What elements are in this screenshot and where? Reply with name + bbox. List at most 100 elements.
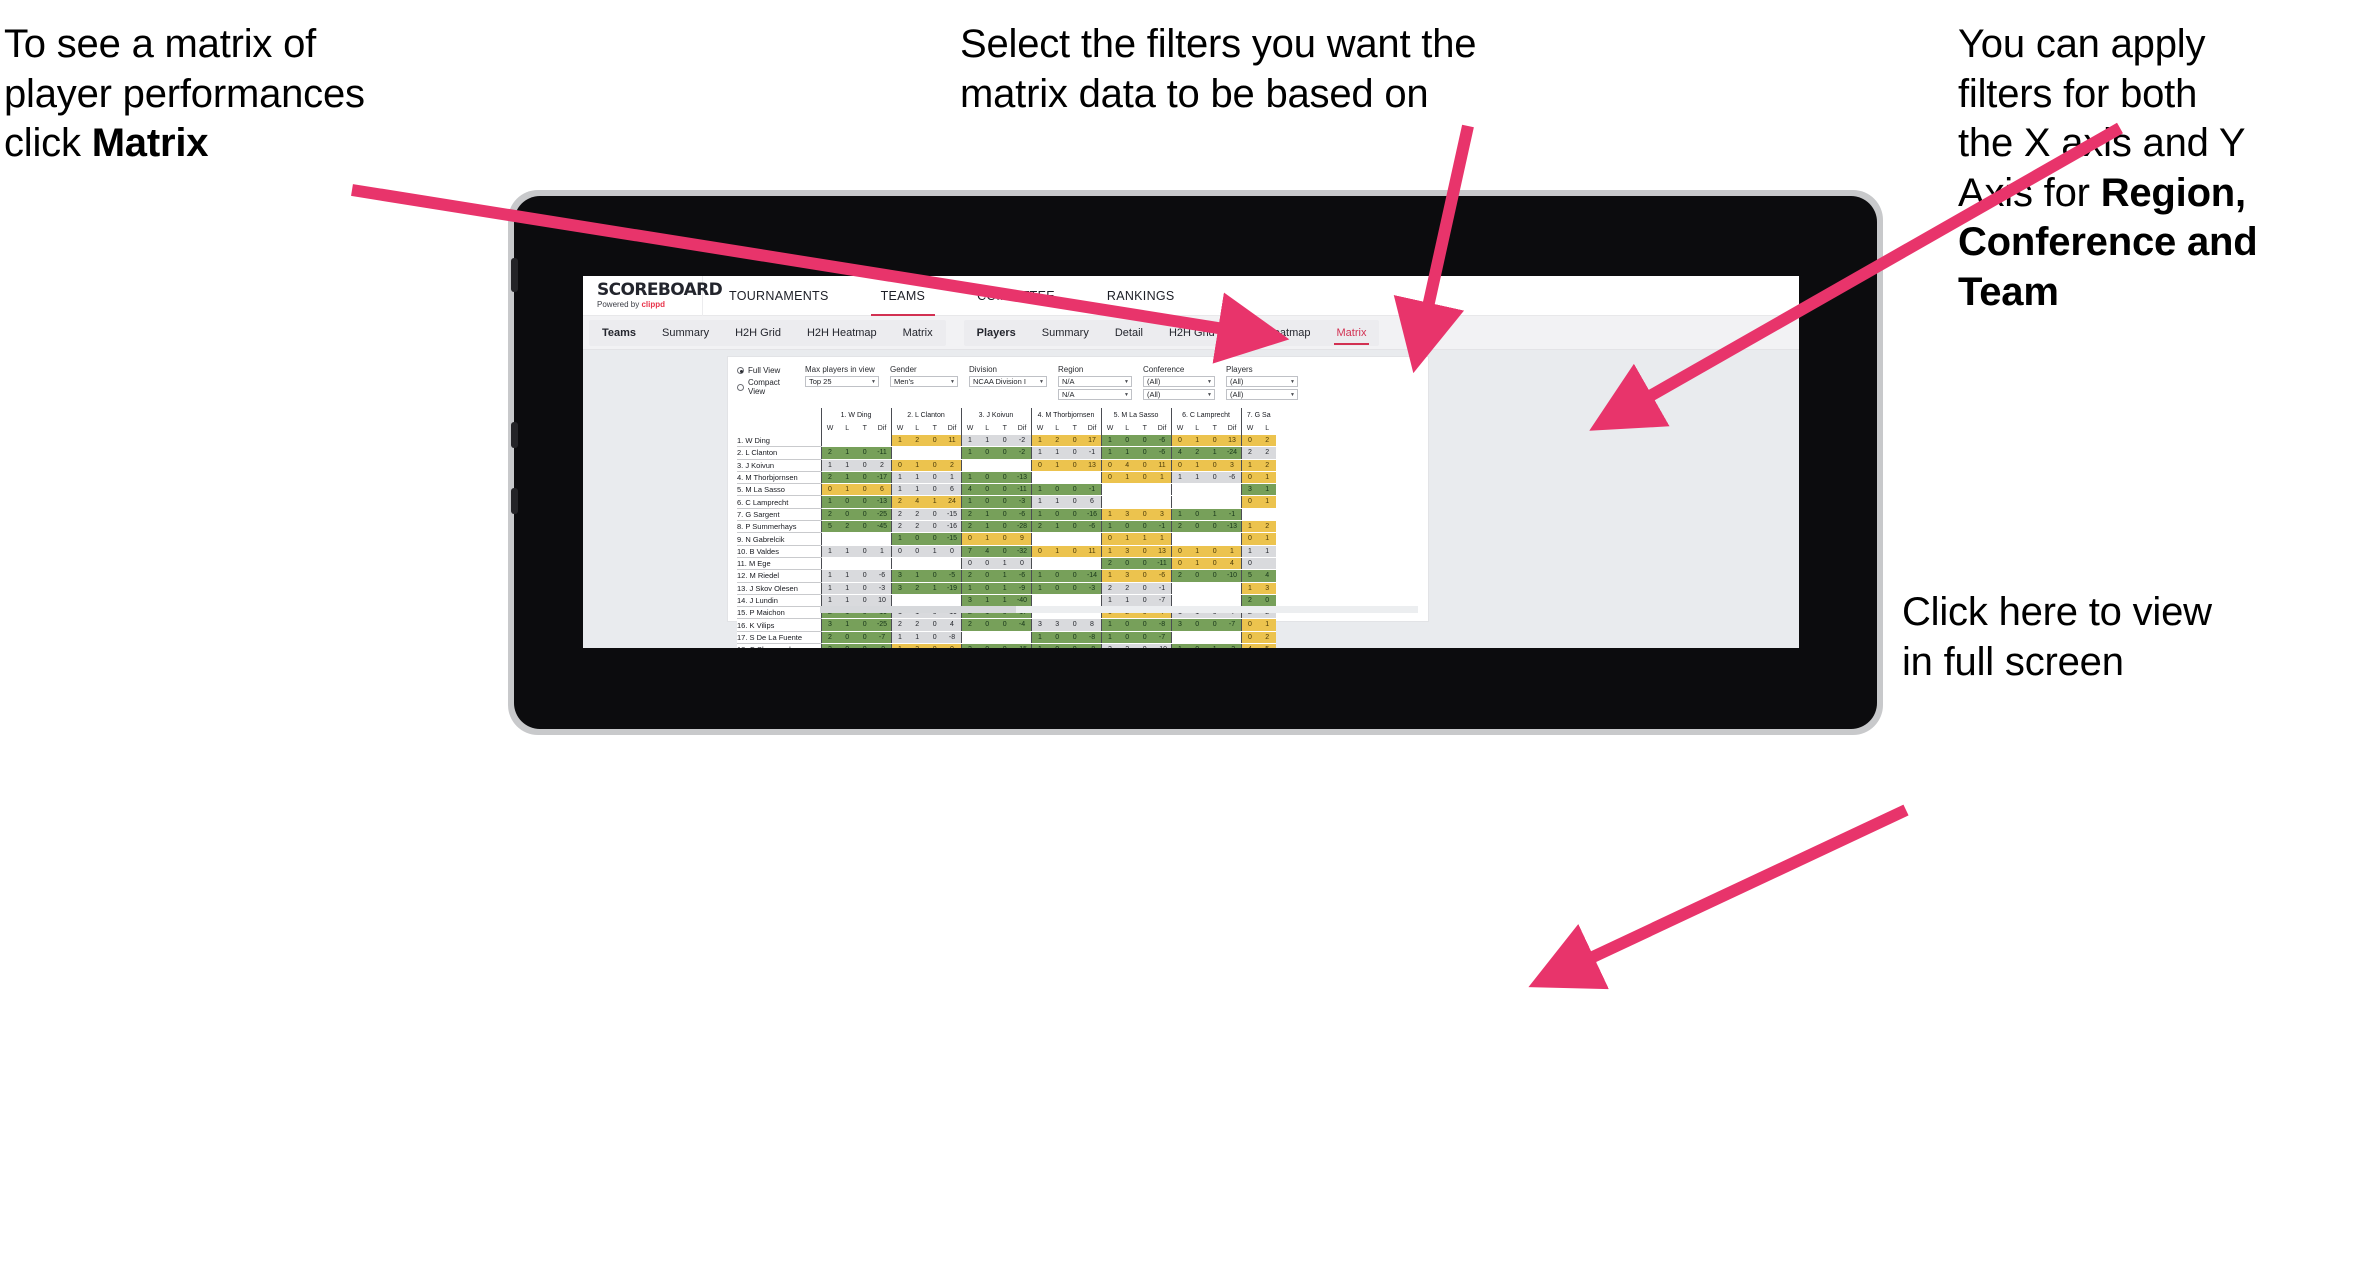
matrix-cell[interactable]: 1 xyxy=(820,495,839,509)
matrix-cell[interactable]: 1 xyxy=(1206,508,1224,522)
matrix-cell[interactable]: 0 xyxy=(1240,495,1259,509)
matrix-cell[interactable]: 0 xyxy=(1066,643,1084,648)
matrix-cell[interactable]: 1 xyxy=(1240,545,1259,558)
matrix-cell[interactable] xyxy=(820,557,839,571)
matrix-cell[interactable]: 0 xyxy=(856,618,874,632)
matrix-cell[interactable]: 1 xyxy=(820,594,839,608)
matrix-cell[interactable] xyxy=(856,435,874,448)
matrix-cell[interactable]: 0 xyxy=(908,545,926,558)
matrix-cell[interactable]: -6 xyxy=(1153,569,1171,583)
matrix-cell[interactable] xyxy=(1258,508,1276,522)
matrix-cell[interactable] xyxy=(1170,594,1189,608)
matrix-cell[interactable]: 0 xyxy=(978,471,996,485)
matrix-cell[interactable] xyxy=(1083,471,1101,485)
matrix-cell[interactable]: 1 xyxy=(1100,435,1119,448)
matrix-cell[interactable] xyxy=(1118,495,1136,509)
matrix-cell[interactable]: 1 xyxy=(1240,459,1259,472)
matrix-cell[interactable]: 0 xyxy=(926,631,944,645)
matrix-cell[interactable] xyxy=(996,459,1014,472)
matrix-cell[interactable] xyxy=(1136,495,1154,509)
matrix-cell[interactable]: 2 xyxy=(1100,643,1119,648)
matrix-cell[interactable] xyxy=(1206,532,1224,546)
matrix-cell[interactable]: 24 xyxy=(943,495,961,509)
matrix-cell[interactable]: 1 xyxy=(1258,495,1276,509)
matrix-cell[interactable]: 0 xyxy=(890,459,909,472)
select-gender[interactable]: Men's ▼ xyxy=(890,376,958,387)
matrix-cell[interactable]: 0 xyxy=(978,495,996,509)
radio-full-view-icon[interactable] xyxy=(737,367,744,374)
matrix-cell[interactable]: 1 xyxy=(1030,483,1049,497)
matrix-cell[interactable]: 0 xyxy=(856,643,874,648)
matrix-cell[interactable]: 0 xyxy=(1136,446,1154,460)
matrix-cell[interactable] xyxy=(1206,495,1224,509)
matrix-cell[interactable]: -17 xyxy=(873,471,891,485)
matrix-cell[interactable]: 0 xyxy=(926,643,944,648)
matrix-cell[interactable]: 0 xyxy=(1048,483,1066,497)
matrix-cell[interactable] xyxy=(926,557,944,571)
matrix-cell[interactable]: 0 xyxy=(1048,631,1066,645)
matrix-cell[interactable] xyxy=(1188,582,1206,595)
matrix-cell[interactable] xyxy=(1048,594,1066,608)
matrix-cell[interactable]: 0 xyxy=(1206,471,1224,485)
matrix-cell[interactable]: 0 xyxy=(1066,631,1084,645)
matrix-cell[interactable]: 3 xyxy=(960,594,979,608)
matrix-cell[interactable]: 0 xyxy=(926,569,944,583)
radio-option-full-view[interactable]: Full View xyxy=(737,366,799,375)
matrix-cell[interactable]: 3 xyxy=(820,618,839,632)
matrix-cell[interactable]: 2 xyxy=(1258,520,1276,534)
matrix-cell[interactable]: 0 xyxy=(838,631,856,645)
matrix-cell[interactable]: 1 xyxy=(978,532,996,546)
matrix-cell[interactable]: 0 xyxy=(1030,545,1049,558)
matrix-cell[interactable]: 0 xyxy=(978,483,996,497)
matrix-cell[interactable]: 1 xyxy=(1100,508,1119,522)
matrix-cell[interactable]: 2 xyxy=(890,495,909,509)
matrix-cell[interactable]: 1 xyxy=(1100,618,1119,632)
matrix-cell[interactable]: 1 xyxy=(960,582,979,595)
matrix-cell[interactable]: 0 xyxy=(978,582,996,595)
matrix-cell[interactable]: 1 xyxy=(1048,495,1066,509)
matrix-cell[interactable] xyxy=(1100,495,1119,509)
matrix-cell[interactable]: 1 xyxy=(1258,532,1276,546)
matrix-cell[interactable]: 0 xyxy=(996,508,1014,522)
matrix-cell[interactable] xyxy=(1083,557,1101,571)
matrix-cell[interactable]: 0 xyxy=(996,520,1014,534)
matrix-cell[interactable]: -6 xyxy=(1153,446,1171,460)
matrix-cell[interactable]: 1 xyxy=(960,435,979,448)
matrix-cell[interactable]: -3 xyxy=(1013,495,1031,509)
matrix-cell[interactable]: 0 xyxy=(856,483,874,497)
matrix-cell[interactable]: 3 xyxy=(890,569,909,583)
matrix-cell[interactable]: -28 xyxy=(1013,520,1031,534)
matrix-cell[interactable] xyxy=(1170,495,1189,509)
matrix-cell[interactable]: 1 xyxy=(890,483,909,497)
matrix-cell[interactable] xyxy=(943,557,961,571)
matrix-cell[interactable]: 0 xyxy=(856,471,874,485)
matrix-cell[interactable]: 0 xyxy=(1118,520,1136,534)
subnav-item-players-h2h-heatmap[interactable]: H2H Heatmap xyxy=(1228,320,1324,346)
matrix-cell[interactable]: -2 xyxy=(1223,643,1241,648)
matrix-cell[interactable] xyxy=(873,435,891,448)
matrix-cell[interactable]: 2 xyxy=(960,643,979,648)
matrix-cell[interactable]: 0 xyxy=(1136,508,1154,522)
matrix-cell[interactable]: 5 xyxy=(1258,643,1276,648)
matrix-cell[interactable]: -14 xyxy=(1083,569,1101,583)
matrix-cell[interactable]: 1 xyxy=(908,459,926,472)
matrix-cell[interactable]: 0 xyxy=(996,532,1014,546)
matrix-cell[interactable]: -25 xyxy=(873,618,891,632)
matrix-cell[interactable]: 0 xyxy=(1013,557,1031,571)
matrix-cell[interactable]: 3 xyxy=(1170,618,1189,632)
matrix-cell[interactable] xyxy=(926,594,944,608)
matrix-cell[interactable] xyxy=(1223,631,1241,645)
matrix-cell[interactable]: 6 xyxy=(1083,495,1101,509)
matrix-cell[interactable] xyxy=(1170,532,1189,546)
tablet-side-button-mid[interactable] xyxy=(511,422,518,448)
matrix-cell[interactable]: 1 xyxy=(1100,520,1119,534)
matrix-cell[interactable]: -10 xyxy=(1223,569,1241,583)
matrix-cell[interactable]: -45 xyxy=(873,520,891,534)
matrix-cell[interactable]: 0 xyxy=(1240,557,1259,571)
matrix-cell[interactable]: 4 xyxy=(943,618,961,632)
matrix-cell[interactable] xyxy=(1066,557,1084,571)
matrix-cell[interactable]: 0 xyxy=(1188,569,1206,583)
matrix-cell[interactable]: 2 xyxy=(908,508,926,522)
matrix-cell[interactable]: 2 xyxy=(890,508,909,522)
matrix-cell[interactable]: 1 xyxy=(890,643,909,648)
